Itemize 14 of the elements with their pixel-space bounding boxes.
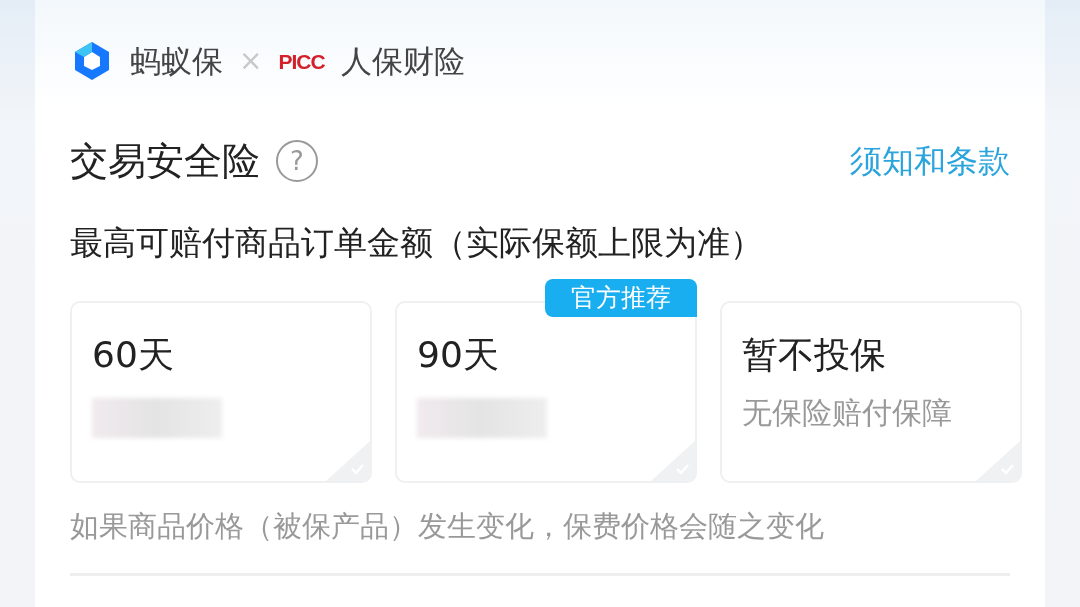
partner-logo: PICC — [278, 48, 325, 75]
brand-name: 蚂蚁保 — [130, 42, 223, 81]
option-card[interactable]: 60天 — [70, 301, 372, 483]
separator: × — [239, 43, 263, 80]
coverage-description: 最高可赔付商品订单金额（实际保额上限为准） — [70, 221, 764, 264]
option-label: 暂不投保 — [742, 333, 887, 377]
recommended-badge: 官方推荐 — [545, 279, 697, 317]
price-note: 如果商品价格（被保产品）发生变化，保费价格会随之变化 — [70, 508, 825, 545]
option-label: 60天 — [92, 333, 175, 377]
option-description: 无保险赔付保障 — [742, 394, 953, 433]
partner-name: 人保财险 — [340, 42, 465, 81]
option-card[interactable]: 暂不投保 无保险赔付保障 — [720, 301, 1022, 483]
section-title: 交易安全险 — [70, 137, 260, 185]
option-label: 90天 — [417, 333, 500, 377]
